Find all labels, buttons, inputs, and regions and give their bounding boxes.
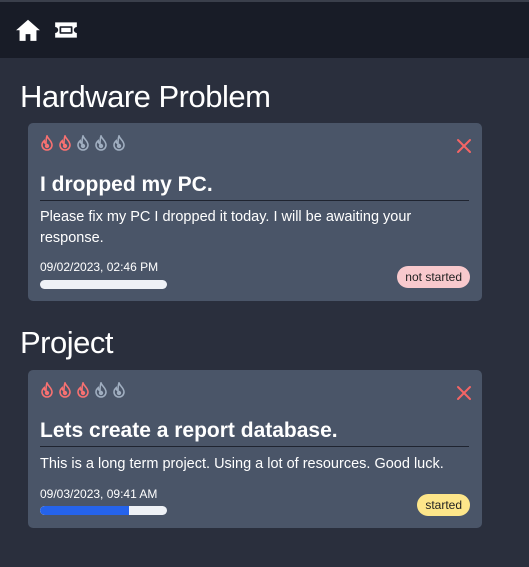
progress-bar [40,280,167,289]
flame-icon-active [58,135,72,151]
ticket-description: This is a long term project. Using a lot… [40,456,444,472]
priority-flames [40,382,130,398]
status-badge: not started [397,266,470,288]
flame-icon-active [58,382,72,398]
flame-icon-inactive [94,135,108,151]
ticket-date: 09/03/2023, 09:41 AM [40,487,158,501]
top-nav-bar [0,0,529,58]
ticket-description: Please fix my PC I dropped it today. I w… [40,209,412,246]
flame-icon-inactive [76,135,90,151]
home-icon[interactable] [15,17,41,43]
category-title: Project [20,325,113,360]
flame-icon-active [76,382,90,398]
progress-bar [40,506,167,515]
ticket-date: 09/02/2023, 02:46 PM [40,260,159,274]
progress-fill [40,506,129,515]
ticket-title: Lets create a report database. [40,419,469,447]
flame-icon-active [40,382,54,398]
status-badge: started [417,494,470,516]
close-icon[interactable] [456,385,472,401]
ticket-card[interactable]: I dropped my PC. Please fix my PC I drop… [28,123,482,301]
close-icon[interactable] [456,138,472,154]
ticket-card[interactable]: Lets create a report database. This is a… [28,370,482,528]
priority-flames [40,135,130,151]
flame-icon-inactive [112,135,126,151]
ticket-icon[interactable] [53,17,79,43]
ticket-title: I dropped my PC. [40,173,469,201]
flame-icon-active [40,135,54,151]
flame-icon-inactive [94,382,108,398]
category-title: Hardware Problem [20,79,271,114]
flame-icon-inactive [112,382,126,398]
